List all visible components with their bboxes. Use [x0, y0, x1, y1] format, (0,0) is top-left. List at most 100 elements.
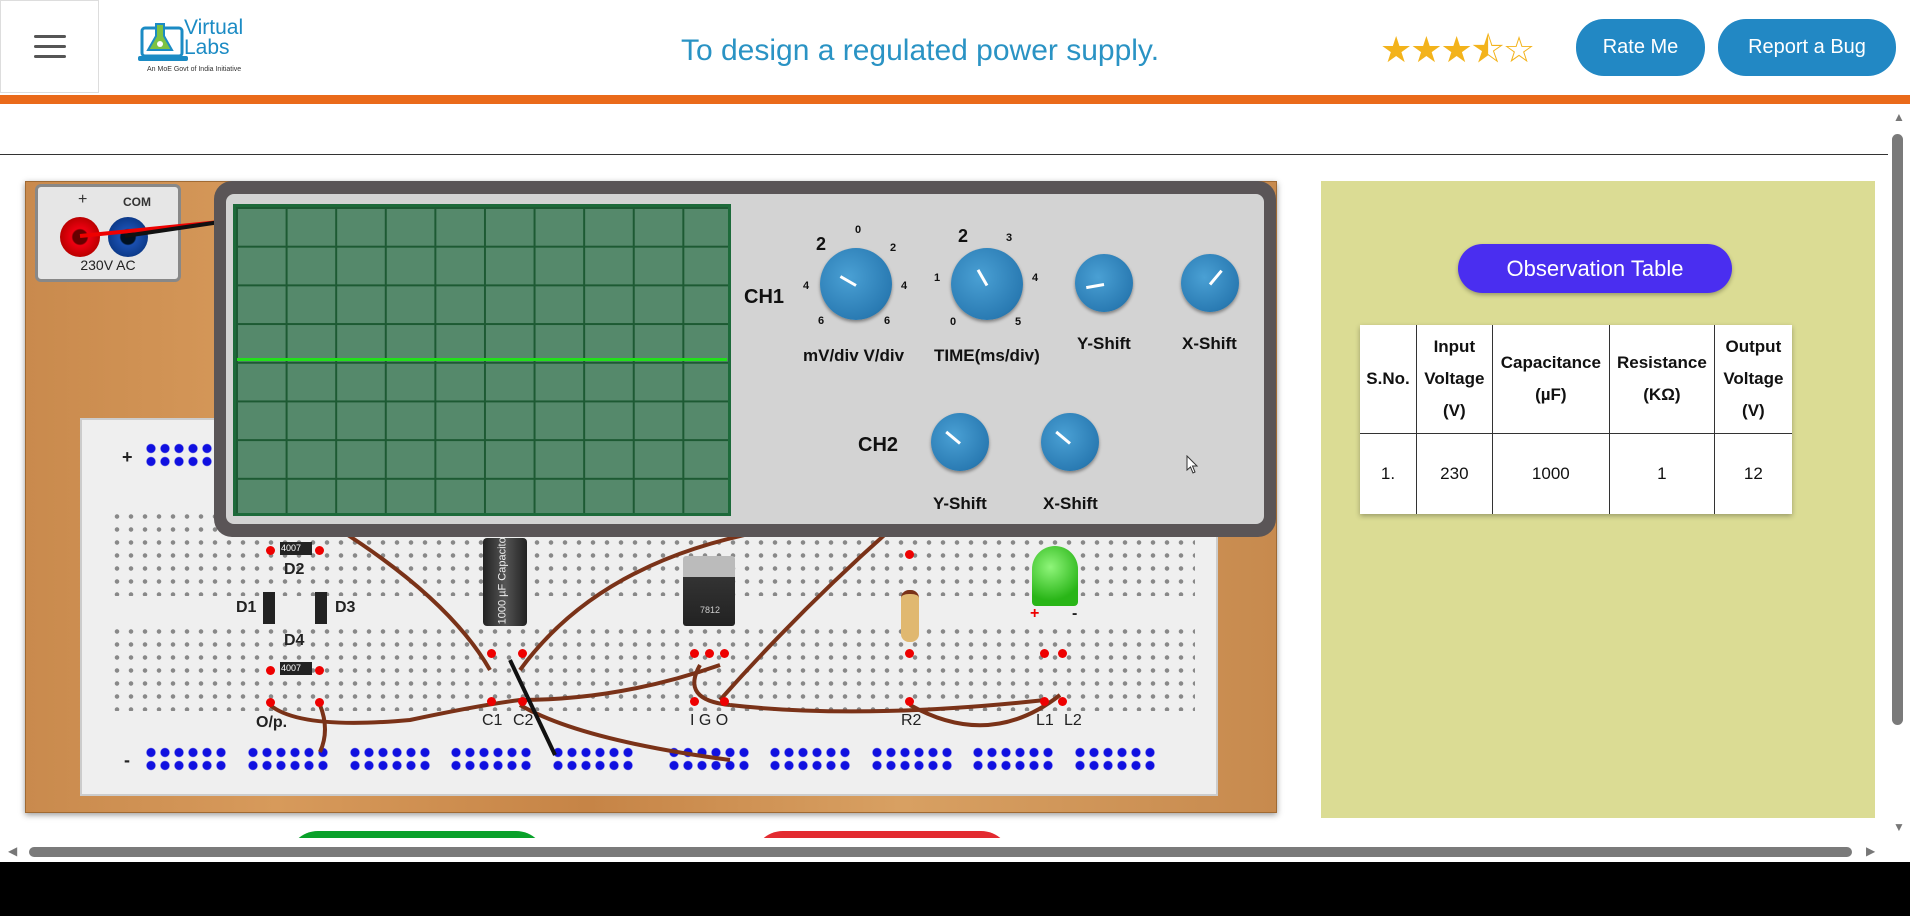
col-capacitance: Capacitance (µF): [1491, 325, 1610, 434]
volt-tick: 6: [818, 315, 825, 327]
pin[interactable]: [905, 697, 914, 706]
vertical-scroll-thumb[interactable]: [1892, 134, 1903, 725]
cell-output-voltage: 12: [1713, 433, 1792, 514]
mouse-cursor-icon: [1186, 455, 1199, 474]
capacitor-label: 1000 µF Capacitor: [496, 533, 509, 625]
pin[interactable]: [518, 697, 527, 706]
time-tick: 3: [1006, 232, 1013, 244]
pin[interactable]: [518, 649, 527, 658]
cell-resistance: 1: [1609, 433, 1715, 514]
volts-div-label: mV/div V/div: [803, 346, 905, 365]
ch2-label: CH2: [858, 434, 899, 456]
waveform-trace: [237, 358, 727, 361]
led[interactable]: [1032, 546, 1078, 606]
pin[interactable]: [315, 546, 324, 555]
ch2-x-shift-label: X-Shift: [1043, 494, 1098, 513]
label-d1: D1: [236, 599, 257, 616]
pin[interactable]: [266, 698, 275, 707]
cell-sno: 1.: [1380, 464, 1396, 483]
ch1-x-shift-knob[interactable]: [1181, 254, 1239, 312]
app-window: Virtual Labs An MoE Govt of India Initia…: [0, 0, 1910, 862]
scroll-down-arrow-icon[interactable]: ▼: [1893, 820, 1905, 834]
label-d3: D3: [335, 599, 356, 616]
volt-tick: 4: [803, 280, 810, 292]
pin[interactable]: [905, 550, 914, 559]
pin[interactable]: [1040, 649, 1049, 658]
scroll-right-arrow-icon[interactable]: ▶: [1866, 844, 1875, 858]
pin[interactable]: [690, 649, 699, 658]
pin[interactable]: [315, 666, 324, 675]
pin[interactable]: [487, 649, 496, 658]
pin[interactable]: [1058, 697, 1067, 706]
label-d2: D2: [284, 561, 305, 578]
pin[interactable]: [315, 698, 324, 707]
col-output-voltage: Output Voltage (V): [1713, 325, 1792, 434]
volts-div-knob[interactable]: [820, 248, 892, 320]
ch1-y-shift-label: Y-Shift: [1077, 334, 1131, 353]
scroll-left-arrow-icon[interactable]: ◀: [8, 844, 17, 858]
label-output: O/p.: [256, 714, 288, 731]
volt-tick: 2: [890, 242, 897, 254]
rate-me-button[interactable]: Rate Me: [1576, 19, 1705, 76]
observation-table-button[interactable]: Observation Table: [1458, 244, 1732, 293]
volt-tick: 0: [855, 224, 862, 236]
resistor[interactable]: [901, 590, 919, 642]
cell-input-voltage: 230: [1416, 433, 1493, 514]
pin[interactable]: [266, 546, 275, 555]
knob-indicator: [976, 269, 989, 287]
time-tick: 5: [1015, 316, 1022, 328]
led-plus-label: +: [1030, 605, 1040, 622]
pin[interactable]: [690, 697, 699, 706]
knob-indicator: [1086, 283, 1105, 290]
ch2-y-shift-knob[interactable]: [931, 413, 989, 471]
diode-part-d2: 4007: [281, 543, 302, 553]
label-d4: D4: [284, 632, 305, 649]
knob-indicator: [1055, 430, 1071, 445]
ch1-y-shift-knob[interactable]: [1075, 254, 1133, 312]
knob-indicator: [945, 430, 961, 445]
pin[interactable]: [705, 649, 714, 658]
pin[interactable]: [720, 697, 729, 706]
cell-capacitance: 1000: [1491, 433, 1610, 514]
time-tick: 0: [950, 316, 957, 328]
horizontal-scroll-thumb[interactable]: [29, 847, 1852, 857]
label-l1: L1: [1036, 712, 1054, 729]
diode-part-d4: 4007: [281, 663, 302, 673]
ch1-x-shift-label: X-Shift: [1182, 334, 1237, 353]
time-tick: 1: [934, 272, 941, 284]
observation-table: S.No. Input Voltage (V) Capacitance (µF)…: [1360, 325, 1792, 514]
label-c1: C1: [482, 712, 503, 729]
ch2-x-shift-knob[interactable]: [1041, 413, 1099, 471]
label-l2: L2: [1064, 712, 1082, 729]
pin[interactable]: [905, 649, 914, 658]
label-c2: C2: [513, 712, 534, 729]
col-input-voltage: Input Voltage (V): [1416, 325, 1493, 434]
knob-indicator: [1208, 269, 1223, 286]
scroll-up-arrow-icon[interactable]: ▲: [1893, 110, 1905, 124]
time-div-knob[interactable]: [951, 248, 1023, 320]
volt-tick: 6: [884, 315, 891, 327]
diode-d3[interactable]: [315, 592, 327, 624]
volt-tick: 4: [901, 280, 908, 292]
pin[interactable]: [1040, 697, 1049, 706]
diode-d1[interactable]: [263, 592, 275, 624]
voltage-regulator-7812[interactable]: [683, 556, 735, 626]
regulator-part: 7812: [700, 605, 721, 615]
pin[interactable]: [266, 666, 275, 675]
pin[interactable]: [1058, 649, 1067, 658]
col-sno: S.No.: [1360, 325, 1417, 434]
volt-tick: 2: [816, 234, 827, 254]
report-bug-button[interactable]: Report a Bug: [1718, 19, 1896, 76]
pin[interactable]: [487, 697, 496, 706]
col-resistance: Resistance (KΩ): [1609, 325, 1715, 434]
table-row: 1. 230 1000 1 12: [1360, 433, 1792, 514]
time-div-label: TIME(ms/div): [934, 346, 1040, 365]
label-igo: I G O: [690, 712, 729, 729]
time-tick: 4: [1032, 272, 1039, 284]
pin[interactable]: [720, 649, 729, 658]
ch2-y-shift-label: Y-Shift: [933, 494, 987, 513]
table-header-row: S.No. Input Voltage (V) Capacitance (µF)…: [1360, 325, 1792, 434]
knob-indicator: [839, 275, 857, 287]
rating-stars[interactable]: ★★★⯪☆: [1380, 24, 1535, 85]
ch1-label: CH1: [744, 286, 785, 308]
